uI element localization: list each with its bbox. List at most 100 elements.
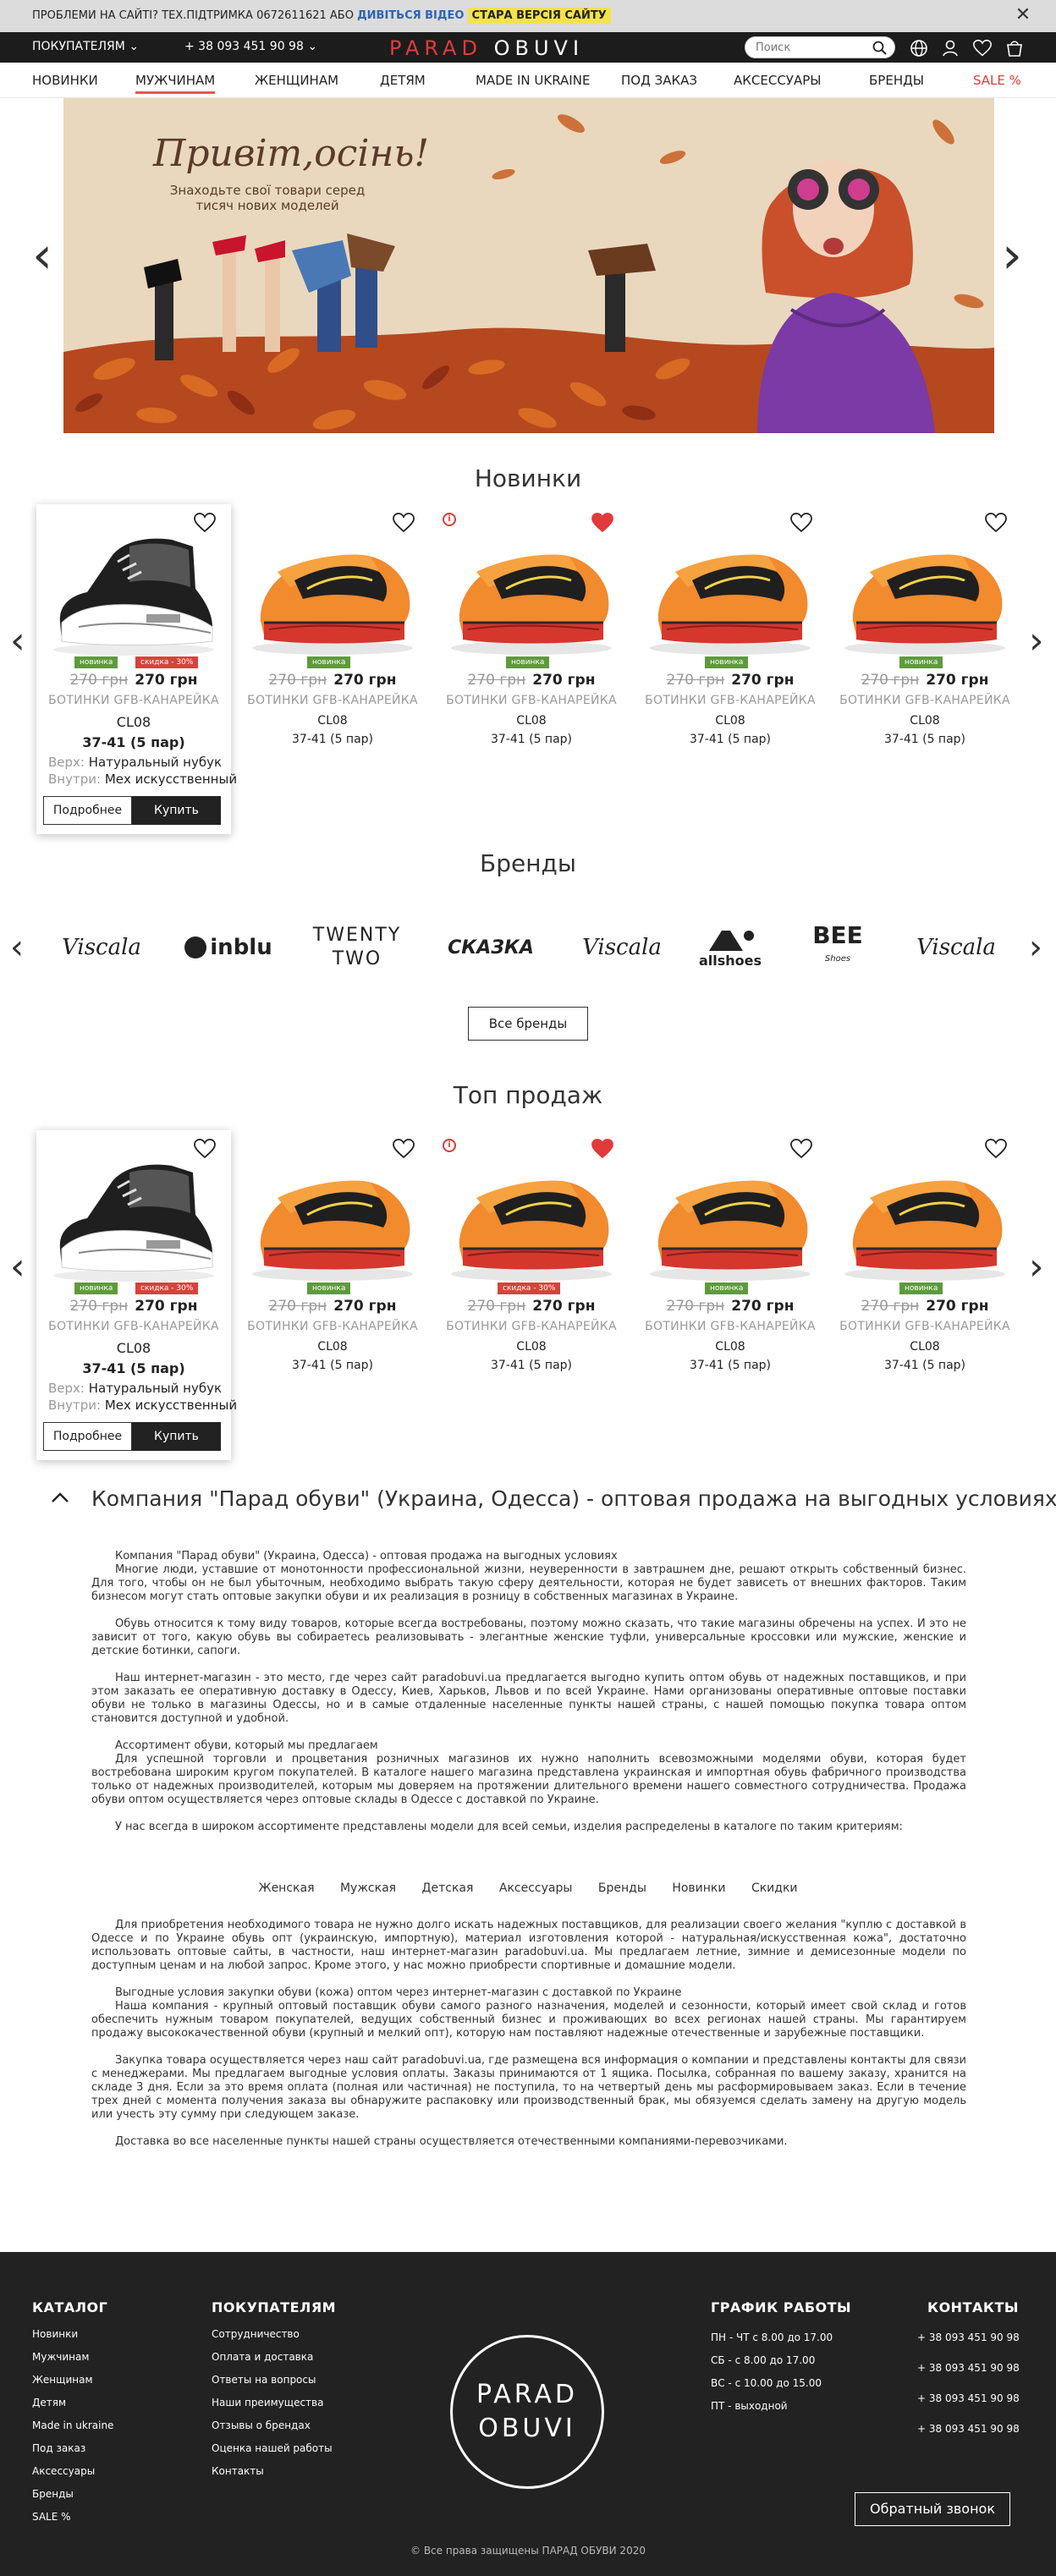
product-image[interactable] xyxy=(244,521,421,665)
product-name[interactable]: БОТИНКИ GFB-КАНАРЕЙКА xyxy=(828,1320,1022,1333)
heart-icon[interactable] xyxy=(393,513,415,533)
nav-item-brands[interactable]: БРЕНДЫ xyxy=(869,73,924,88)
info-icon[interactable]: i xyxy=(443,513,456,526)
category-women[interactable]: Женская xyxy=(258,1881,314,1895)
contact-phone[interactable]: + 38 093 451 90 98 xyxy=(917,2423,1020,2435)
footer-link[interactable]: Бренды xyxy=(32,2488,74,2500)
phone-dropdown[interactable]: + 38 093 451 90 98 ⌄ xyxy=(184,40,317,53)
product-card[interactable]: новинка 270 грн 270 грн БОТИНКИ GFB-КАНАР… xyxy=(633,1130,828,1460)
nav-item-kids[interactable]: ДЕТЯМ xyxy=(380,73,426,88)
brand-logo-viscala-3[interactable]: Viscala xyxy=(905,922,1007,973)
heart-icon[interactable] xyxy=(790,1139,812,1159)
category-sale[interactable]: Скидки xyxy=(751,1881,798,1895)
product-card[interactable]: новинка 270 грн 270 грн БОТИНКИ GFB-КАНАР… xyxy=(828,504,1022,834)
hero-banner[interactable]: Привіт,осінь! Знаходьте свої товари сере… xyxy=(63,98,994,433)
product-name[interactable]: БОТИНКИ GFB-КАНАРЕЙКА xyxy=(633,694,828,707)
search-icon[interactable] xyxy=(872,41,888,56)
brands-next-arrow[interactable]: › xyxy=(1029,922,1042,973)
nav-item-preorder[interactable]: ПОД ЗАКАЗ xyxy=(621,73,697,88)
nav-item-sale[interactable]: SALE % xyxy=(973,73,1021,88)
nav-item-made-in-ukraine[interactable]: MADE IN UKRAINE xyxy=(476,73,590,88)
customers-dropdown[interactable]: ПОКУПАТЕЛЯМ ⌄ xyxy=(32,40,139,53)
brand-logo-skazka[interactable]: СКАЗКА xyxy=(432,922,550,973)
product-image[interactable] xyxy=(836,521,1014,665)
all-brands-button[interactable]: Все бренды xyxy=(468,1007,588,1041)
product-image[interactable] xyxy=(45,521,223,665)
search-input[interactable] xyxy=(745,37,864,58)
category-brands[interactable]: Бренды xyxy=(598,1881,646,1895)
nav-item-women[interactable]: ЖЕНЩИНАМ xyxy=(255,73,338,88)
buy-button[interactable]: Купить xyxy=(132,796,221,825)
product-card[interactable]: i скидка - 30% 270 грн 270 грн БОТИНКИ GF… xyxy=(434,1130,629,1460)
product-image[interactable] xyxy=(443,1147,620,1291)
info-icon[interactable]: i xyxy=(443,1139,456,1152)
product-name[interactable]: БОТИНКИ GFB-КАНАРЕЙКА xyxy=(36,694,231,707)
product-image[interactable] xyxy=(45,1147,223,1291)
contact-phone[interactable]: + 38 093 451 90 98 xyxy=(917,2362,1020,2374)
banner-prev-arrow[interactable]: ‹ xyxy=(32,230,52,281)
footer-link[interactable]: Новинки xyxy=(32,2328,78,2340)
contact-phone[interactable]: + 38 093 451 90 98 xyxy=(917,2392,1020,2404)
company-section-title[interactable]: Компания "Парад обуви" (Украина, Одесса)… xyxy=(91,1486,1056,1511)
product-name[interactable]: БОТИНКИ GFB-КАНАРЕЙКА xyxy=(828,694,1022,707)
product-image[interactable] xyxy=(244,1147,421,1291)
nav-item-accessories[interactable]: АКСЕССУАРЫ xyxy=(734,73,822,88)
product-image[interactable] xyxy=(641,1147,819,1291)
contact-phone[interactable]: + 38 093 451 90 98 xyxy=(917,2332,1020,2343)
details-button[interactable]: Подробнее xyxy=(43,796,132,825)
brand-logo-viscala-2[interactable]: Viscala xyxy=(571,922,673,973)
footer-link[interactable]: Мужчинам xyxy=(32,2351,89,2363)
close-icon[interactable]: ✕ xyxy=(1012,5,1034,27)
site-logo[interactable]: PARAD OBUVI xyxy=(389,36,584,60)
heart-icon[interactable] xyxy=(194,513,216,533)
buy-button[interactable]: Купить xyxy=(132,1422,221,1451)
callback-button[interactable]: Обратный звонок xyxy=(855,2492,1010,2526)
footer-link[interactable]: Детям xyxy=(32,2397,66,2408)
user-icon[interactable] xyxy=(941,39,960,58)
product-name[interactable]: БОТИНКИ GFB-КАНАРЕЙКА xyxy=(235,694,430,707)
heart-filled-icon[interactable] xyxy=(591,513,613,533)
product-card[interactable]: новинка скидка - 30% 270 грн 270 грн БОТИ… xyxy=(36,504,237,834)
product-card[interactable]: новинка 270 грн 270 грн БОТИНКИ GFB-КАНАР… xyxy=(235,504,430,834)
product-image[interactable] xyxy=(836,1147,1014,1291)
heart-icon[interactable] xyxy=(985,513,1007,533)
footer-link[interactable]: Женщинам xyxy=(32,2374,93,2386)
product-name[interactable]: БОТИНКИ GFB-КАНАРЕЙКА xyxy=(434,1320,629,1333)
cart-icon[interactable] xyxy=(1005,39,1024,58)
product-name[interactable]: БОТИНКИ GFB-КАНАРЕЙКА xyxy=(235,1320,430,1333)
details-button[interactable]: Подробнее xyxy=(43,1422,132,1451)
footer-link[interactable]: Ответы на вопросы xyxy=(212,2374,316,2386)
footer-logo[interactable]: PARAD OBUVI xyxy=(450,2335,604,2489)
product-image[interactable] xyxy=(443,521,620,665)
heart-icon[interactable] xyxy=(985,1139,1007,1159)
product-card[interactable]: новинка 270 грн 270 грн БОТИНКИ GFB-КАНАР… xyxy=(633,504,828,834)
brand-logo-inblu[interactable]: inblu xyxy=(173,922,283,973)
chevron-up-icon[interactable] xyxy=(49,1486,71,1508)
footer-link[interactable]: Сотрудничество xyxy=(212,2328,300,2340)
brand-logo-allshoes[interactable]: allshoes xyxy=(692,922,768,973)
watch-video-link[interactable]: ДИВІТЬСЯ ВІДЕО xyxy=(357,9,464,22)
product-image[interactable] xyxy=(641,521,819,665)
product-card[interactable]: новинка 270 грн 270 грн БОТИНКИ GFB-КАНАР… xyxy=(828,1130,1022,1460)
product-name[interactable]: БОТИНКИ GFB-КАНАРЕЙКА xyxy=(434,694,629,707)
footer-link[interactable]: Made in ukraine xyxy=(32,2419,113,2431)
globe-icon[interactable] xyxy=(910,39,928,58)
brands-prev-arrow[interactable]: ‹ xyxy=(10,922,24,973)
footer-link[interactable]: Наши преимущества xyxy=(212,2397,323,2408)
product-name[interactable]: БОТИНКИ GFB-КАНАРЕЙКА xyxy=(36,1320,231,1333)
footer-link[interactable]: Аксессуары xyxy=(32,2465,95,2477)
product-card[interactable]: новинка скидка - 30% 270 грн 270 грн БОТИ… xyxy=(36,1130,237,1460)
footer-link[interactable]: Оплата и доставка xyxy=(212,2351,313,2363)
top-prev-arrow[interactable]: ‹ xyxy=(10,1242,25,1293)
footer-link[interactable]: SALE % xyxy=(32,2511,71,2523)
heart-icon[interactable] xyxy=(973,39,992,58)
footer-link[interactable]: Оценка нашей работы xyxy=(212,2442,333,2454)
heart-icon[interactable] xyxy=(194,1139,216,1159)
footer-link[interactable]: Отзывы о брендах xyxy=(212,2419,311,2431)
footer-link[interactable]: Под заказ xyxy=(32,2442,85,2454)
category-accessories[interactable]: Аксессуары xyxy=(499,1881,573,1895)
old-site-link[interactable]: СТАРА ВЕРСІЯ САЙТУ xyxy=(467,8,611,24)
brand-logo-bee[interactable]: BEE Shoes xyxy=(791,922,884,973)
category-kids[interactable]: Детская xyxy=(422,1881,474,1895)
new-next-arrow[interactable]: › xyxy=(1029,616,1044,667)
